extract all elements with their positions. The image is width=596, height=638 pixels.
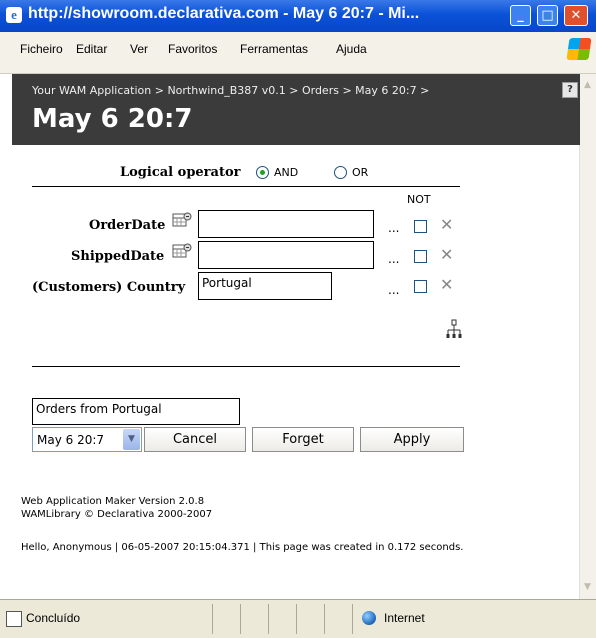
shippeddate-input[interactable] <box>198 241 374 269</box>
menu-ajuda[interactable]: Ajuda <box>336 42 367 56</box>
country-remove-button[interactable]: ✕ <box>440 275 453 294</box>
scroll-down-icon[interactable]: ▼ <box>582 582 593 594</box>
close-window-button[interactable]: ✕ <box>564 5 588 26</box>
calendar-icon[interactable] <box>172 243 192 259</box>
orderdate-input[interactable] <box>198 210 374 238</box>
shippeddate-not-checkbox[interactable] <box>414 250 427 263</box>
orderdate-not-checkbox[interactable] <box>414 220 427 233</box>
apply-button[interactable]: Apply <box>360 427 464 452</box>
and-radio[interactable] <box>256 166 269 179</box>
menu-bar: Ficheiro Editar Ver Favoritos Ferramenta… <box>0 32 596 74</box>
query-name-input[interactable]: Orders from Portugal <box>32 398 240 425</box>
shippeddate-ellipsis-button[interactable]: ... <box>388 252 399 266</box>
menu-ficheiro[interactable]: Ficheiro <box>20 42 63 56</box>
calendar-icon[interactable] <box>172 212 192 228</box>
menu-editar[interactable]: Editar <box>76 42 107 56</box>
status-separator <box>324 604 325 634</box>
ie-icon: e <box>6 7 22 23</box>
status-separator <box>352 604 353 634</box>
status-separator <box>212 604 213 634</box>
or-radio[interactable] <box>334 166 347 179</box>
chevron-down-icon[interactable]: ▼ <box>123 429 140 450</box>
country-input[interactable]: Portugal <box>198 272 332 300</box>
menu-ferramentas[interactable]: Ferramentas <box>240 42 308 56</box>
scroll-up-icon[interactable]: ▲ <box>582 80 593 92</box>
shippeddate-label: ShippedDate <box>71 249 165 264</box>
minimize-button[interactable]: _ <box>510 5 531 26</box>
window-titlebar: e http://showroom.declarativa.com - May … <box>0 0 596 32</box>
status-separator <box>240 604 241 634</box>
globe-icon <box>362 611 376 625</box>
forget-button[interactable]: Forget <box>252 427 354 452</box>
hierarchy-icon[interactable] <box>446 319 462 339</box>
status-line: Hello, Anonymous | 06-05-2007 20:15:04.3… <box>21 542 464 553</box>
page-title: May 6 20:7 <box>32 104 193 134</box>
maximize-button[interactable]: □ <box>537 5 558 26</box>
page-icon <box>6 611 22 627</box>
orderdate-remove-button[interactable]: ✕ <box>440 215 453 234</box>
menu-favoritos[interactable]: Favoritos <box>168 42 217 56</box>
country-label: (Customers) Country <box>32 280 186 295</box>
not-column-label: NOT <box>407 193 431 206</box>
logical-operator-label: Logical operator <box>120 165 241 180</box>
page-content <box>12 74 580 599</box>
help-button[interactable]: ? <box>562 82 578 98</box>
security-zone: Internet <box>384 611 425 625</box>
query-select-value: May 6 20:7 <box>37 433 105 447</box>
orderdate-label: OrderDate <box>89 218 166 233</box>
status-text: Concluído <box>26 611 81 625</box>
orderdate-ellipsis-button[interactable]: ... <box>388 221 399 235</box>
vertical-scrollbar[interactable]: ▲ ▼ <box>579 74 596 599</box>
country-not-checkbox[interactable] <box>414 280 427 293</box>
country-ellipsis-button[interactable]: ... <box>388 283 399 297</box>
or-radio-label: OR <box>352 166 369 179</box>
divider-top <box>32 186 460 187</box>
version-text: Web Application Maker Version 2.0.8 <box>21 496 205 507</box>
menu-ver[interactable]: Ver <box>130 42 148 56</box>
status-bar: Concluído Internet <box>0 599 596 638</box>
status-separator <box>268 604 269 634</box>
copyright-text: WAMLibrary © Declarativa 2000-2007 <box>21 509 213 520</box>
shippeddate-remove-button[interactable]: ✕ <box>440 245 453 264</box>
page-header: Your WAM Application > Northwind_B387 v0… <box>12 74 580 145</box>
window-title: http://showroom.declarativa.com - May 6 … <box>28 5 420 22</box>
breadcrumb[interactable]: Your WAM Application > Northwind_B387 v0… <box>32 84 429 97</box>
windows-logo-icon <box>566 38 592 60</box>
and-radio-label: AND <box>274 166 299 179</box>
status-separator <box>296 604 297 634</box>
cancel-button[interactable]: Cancel <box>144 427 246 452</box>
divider-bottom <box>32 366 460 367</box>
query-select[interactable]: May 6 20:7 ▼ <box>32 427 142 452</box>
